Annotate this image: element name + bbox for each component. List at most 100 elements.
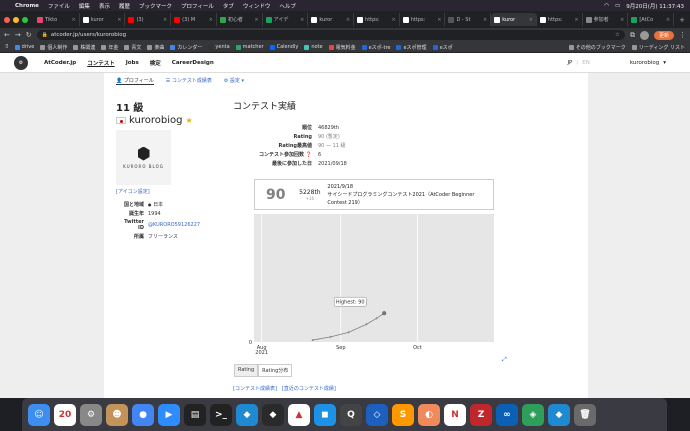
tab-contest-history[interactable]: ☰ コンテスト成績表 xyxy=(166,77,212,85)
help-icon[interactable]: ❓ xyxy=(306,152,312,158)
menu-item[interactable]: プロフィール xyxy=(181,2,214,10)
app2-icon[interactable]: ◈ xyxy=(522,403,544,426)
expand-icon[interactable]: ⤢ xyxy=(502,356,507,364)
finder-icon[interactable]: ☺ xyxy=(28,403,50,426)
contest-history-link[interactable]: [コンテスト成績表] xyxy=(233,385,277,392)
bookmark-item[interactable]: eスポ管理 xyxy=(396,44,427,51)
close-tab-icon[interactable]: × xyxy=(209,17,213,23)
vscode-icon[interactable]: ◆ xyxy=(236,403,258,426)
new-tab-button[interactable]: + xyxy=(679,16,685,24)
contacts-icon[interactable]: ☻ xyxy=(106,403,128,426)
close-tab-icon[interactable]: × xyxy=(392,17,396,23)
infinity-icon[interactable]: ∞ xyxy=(496,403,518,426)
close-tab-icon[interactable]: × xyxy=(483,17,487,23)
close-tab-icon[interactable]: × xyxy=(300,17,304,23)
menu-item[interactable]: ファイル xyxy=(48,2,70,10)
close-tab-icon[interactable]: × xyxy=(666,17,670,23)
close-tab-icon[interactable]: × xyxy=(72,17,76,23)
chrome-icon[interactable]: ● xyxy=(132,403,154,426)
sourcetree-icon[interactable]: ◇ xyxy=(366,403,388,426)
bookmark-item[interactable]: リーディング リスト xyxy=(631,44,685,51)
user-menu[interactable]: kurorobiog xyxy=(630,60,659,66)
nav-link-kentei[interactable]: 検定 xyxy=(150,59,161,67)
browser-tab[interactable]: Tikto × xyxy=(34,13,80,26)
username[interactable]: kurorobiog xyxy=(129,115,182,126)
chart-tab-rating[interactable]: Rating xyxy=(234,364,259,377)
calendar-icon[interactable]: 20 xyxy=(54,403,76,426)
bookmark-item[interactable]: eスポ-tre xyxy=(361,44,390,51)
zoom-window-button[interactable] xyxy=(22,16,28,23)
atcoder-logo[interactable]: ⚙ xyxy=(14,55,28,70)
bookmark-item[interactable]: 青文 xyxy=(124,44,141,51)
tab-profile[interactable]: 👤 プロフィール xyxy=(116,77,154,85)
menu-item[interactable]: ウィンドウ xyxy=(243,2,271,10)
browser-tab[interactable]: https: × xyxy=(354,13,400,26)
menu-icon[interactable]: ⋮ xyxy=(679,31,686,39)
lang-jp[interactable]: JP xyxy=(567,60,572,66)
wifi-icon[interactable]: ◠ xyxy=(604,3,609,9)
menu-item[interactable]: ブックマーク xyxy=(139,2,172,10)
bookmark-item[interactable]: matcher xyxy=(235,44,264,50)
close-tab-icon[interactable]: × xyxy=(346,17,350,23)
bookmark-item[interactable]: Calendly xyxy=(269,44,298,50)
activity-icon[interactable]: ▤ xyxy=(184,403,206,426)
extensions-icon[interactable]: ⧉ xyxy=(630,31,635,40)
vscode2-icon[interactable]: ◆ xyxy=(262,403,284,426)
bookmark-item[interactable]: 電気料金 xyxy=(328,44,356,51)
back-icon[interactable]: ← xyxy=(4,31,10,39)
update-button[interactable]: 更新 xyxy=(653,30,674,40)
close-tab-icon[interactable]: × xyxy=(117,17,121,23)
browser-tab[interactable]: 参加者 × xyxy=(583,13,629,26)
close-tab-icon[interactable]: × xyxy=(163,17,167,23)
browser-tab[interactable]: (3) × xyxy=(125,13,172,26)
icon-settings-link[interactable]: [アイコン設定] xyxy=(116,188,221,195)
browser-tab[interactable]: https: × xyxy=(400,13,446,26)
docker-icon[interactable]: ◼ xyxy=(314,403,336,426)
close-tab-icon[interactable]: × xyxy=(574,17,578,23)
clock[interactable]: 9月20日(月) 11:37:43 xyxy=(626,2,684,10)
analytics-icon[interactable]: ▲ xyxy=(288,403,310,426)
bookmark-star-icon[interactable]: ☆ xyxy=(615,32,620,38)
twitter-link[interactable]: @KURORO59126227 xyxy=(146,218,202,232)
browser-tab[interactable]: kuror × xyxy=(491,13,537,26)
bookmark-item[interactable]: 年金 xyxy=(101,44,118,51)
battery-icon[interactable]: ▭ xyxy=(615,3,620,9)
close-tab-icon[interactable]: × xyxy=(529,17,533,23)
menu-item[interactable]: タブ xyxy=(223,2,234,10)
chevron-down-icon[interactable]: ▾ xyxy=(663,60,666,66)
card-contest-name[interactable]: サイシードプログラミングコンテスト2021（AtCoder Beginner C… xyxy=(327,191,493,207)
menu-item[interactable]: 表示 xyxy=(99,2,110,10)
notion-icon[interactable]: N xyxy=(444,403,466,426)
browser-tab[interactable]: 初心者 × xyxy=(217,13,263,26)
app-name[interactable]: Chrome xyxy=(15,3,39,9)
filezilla-icon[interactable]: Z xyxy=(470,403,492,426)
bookmark-item[interactable]: 株関連 xyxy=(73,44,95,51)
app-icon[interactable]: ◐ xyxy=(418,403,440,426)
nav-link-jobs[interactable]: Jobs xyxy=(126,60,139,66)
trash-icon[interactable]: 🗑 xyxy=(574,403,596,426)
menu-item[interactable]: 編集 xyxy=(79,2,90,10)
bookmark-item[interactable]: yenta xyxy=(208,44,230,50)
reload-icon[interactable]: ↻ xyxy=(26,31,32,39)
bookmark-item[interactable]: note xyxy=(304,44,323,50)
address-bar[interactable]: 🔒 atcoder.jp/users/kurorobiog ☆ xyxy=(36,30,625,40)
sublime-icon[interactable]: S xyxy=(392,403,414,426)
close-tab-icon[interactable]: × xyxy=(620,17,624,23)
recent-results-link[interactable]: [直近のコンテスト成績] xyxy=(282,385,336,392)
tab-settings[interactable]: ⚙ 設定 ▾ xyxy=(224,77,244,85)
zoom-icon[interactable]: ▶ xyxy=(158,403,180,426)
quicktime-icon[interactable]: Q xyxy=(340,403,362,426)
nav-link-careerdesign[interactable]: CareerDesign xyxy=(172,60,214,66)
bookmark-item[interactable]: その他のブックマーク xyxy=(568,44,626,51)
minimize-window-button[interactable] xyxy=(13,16,19,23)
browser-tab[interactable]: kuror × xyxy=(80,13,126,26)
browser-tab[interactable]: D - St × xyxy=(445,13,492,26)
bookmark-item[interactable]: カレンダー xyxy=(170,44,202,51)
bookmark-item[interactable]: 楽曲 xyxy=(147,44,164,51)
close-window-button[interactable] xyxy=(4,16,10,23)
bookmark-item[interactable]: eスポ xyxy=(432,44,453,51)
menu-item[interactable]: 履歴 xyxy=(119,2,130,10)
terminal-icon[interactable]: >_ xyxy=(210,403,232,426)
close-tab-icon[interactable]: × xyxy=(437,17,441,23)
browser-tab[interactable]: https: × xyxy=(537,13,583,26)
